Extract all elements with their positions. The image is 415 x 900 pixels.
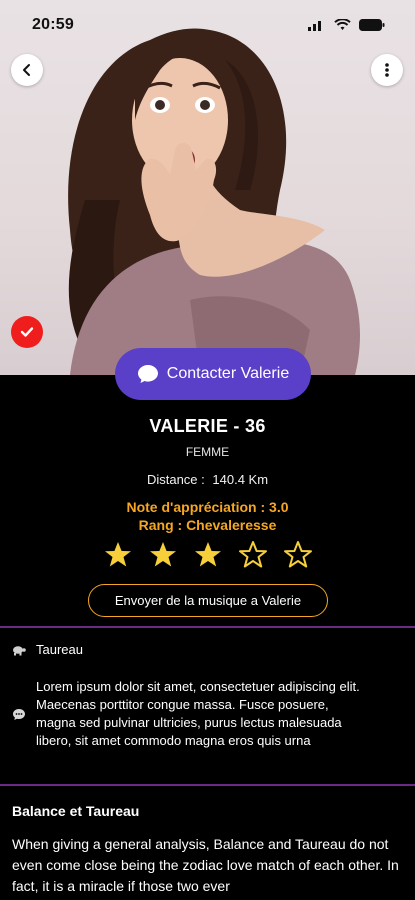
status-bar: 20:59 [0,0,415,50]
compatibility-title: Balance et Taureau [12,803,140,819]
rating-note: Note d'appréciation : 3.0 [126,499,289,515]
comment-icon [13,708,25,720]
check-icon [20,327,34,337]
more-options-button[interactable] [371,54,403,86]
signal-icon [308,21,321,31]
status-icons [308,19,385,31]
star-filled-icon [149,542,176,567]
zodiac-sign: Taureau [36,642,83,657]
bio-row: Lorem ipsum dolor sit amet, consectetuer… [12,678,407,750]
profile-name: VALERIE - 36 [149,416,266,436]
back-icon [23,64,30,76]
distance: Distance : 140.4 Km [0,472,415,487]
star-rating [0,540,415,570]
star-filled-icon [194,542,221,567]
back-button[interactable] [11,54,43,86]
rank: Rang : Chevaleresse [138,517,277,533]
send-music-label: Envoyer de la musique a Valerie [114,593,302,608]
star-empty-icon [283,541,312,568]
portrait-illustration [68,28,360,375]
more-vertical-icon [385,63,389,77]
battery-icon [359,19,385,31]
chat-bubble-icon [137,365,158,383]
distance-label: Distance : [146,472,205,487]
wifi-icon [334,19,351,30]
turtle-icon [13,645,26,655]
compatibility-text: When giving a general analysis, Balance … [12,836,399,894]
profile-gender: FEMME [185,445,230,459]
contact-button-label: Contacter Valerie [166,365,290,382]
status-time: 20:59 [32,16,74,33]
zodiac-row: Taureau [12,642,83,657]
star-filled-icon [104,542,131,567]
bio-text: Lorem ipsum dolor sit amet, consectetuer… [36,679,360,748]
divider [0,784,415,786]
profile-photo [0,0,415,375]
star-empty-icon [238,541,267,568]
distance-value: 140.4 Km [212,472,269,487]
contact-button[interactable]: Contacter Valerie [115,348,311,400]
divider [0,626,415,628]
send-music-button[interactable]: Envoyer de la musique a Valerie [88,584,328,617]
verified-badge [11,316,43,348]
